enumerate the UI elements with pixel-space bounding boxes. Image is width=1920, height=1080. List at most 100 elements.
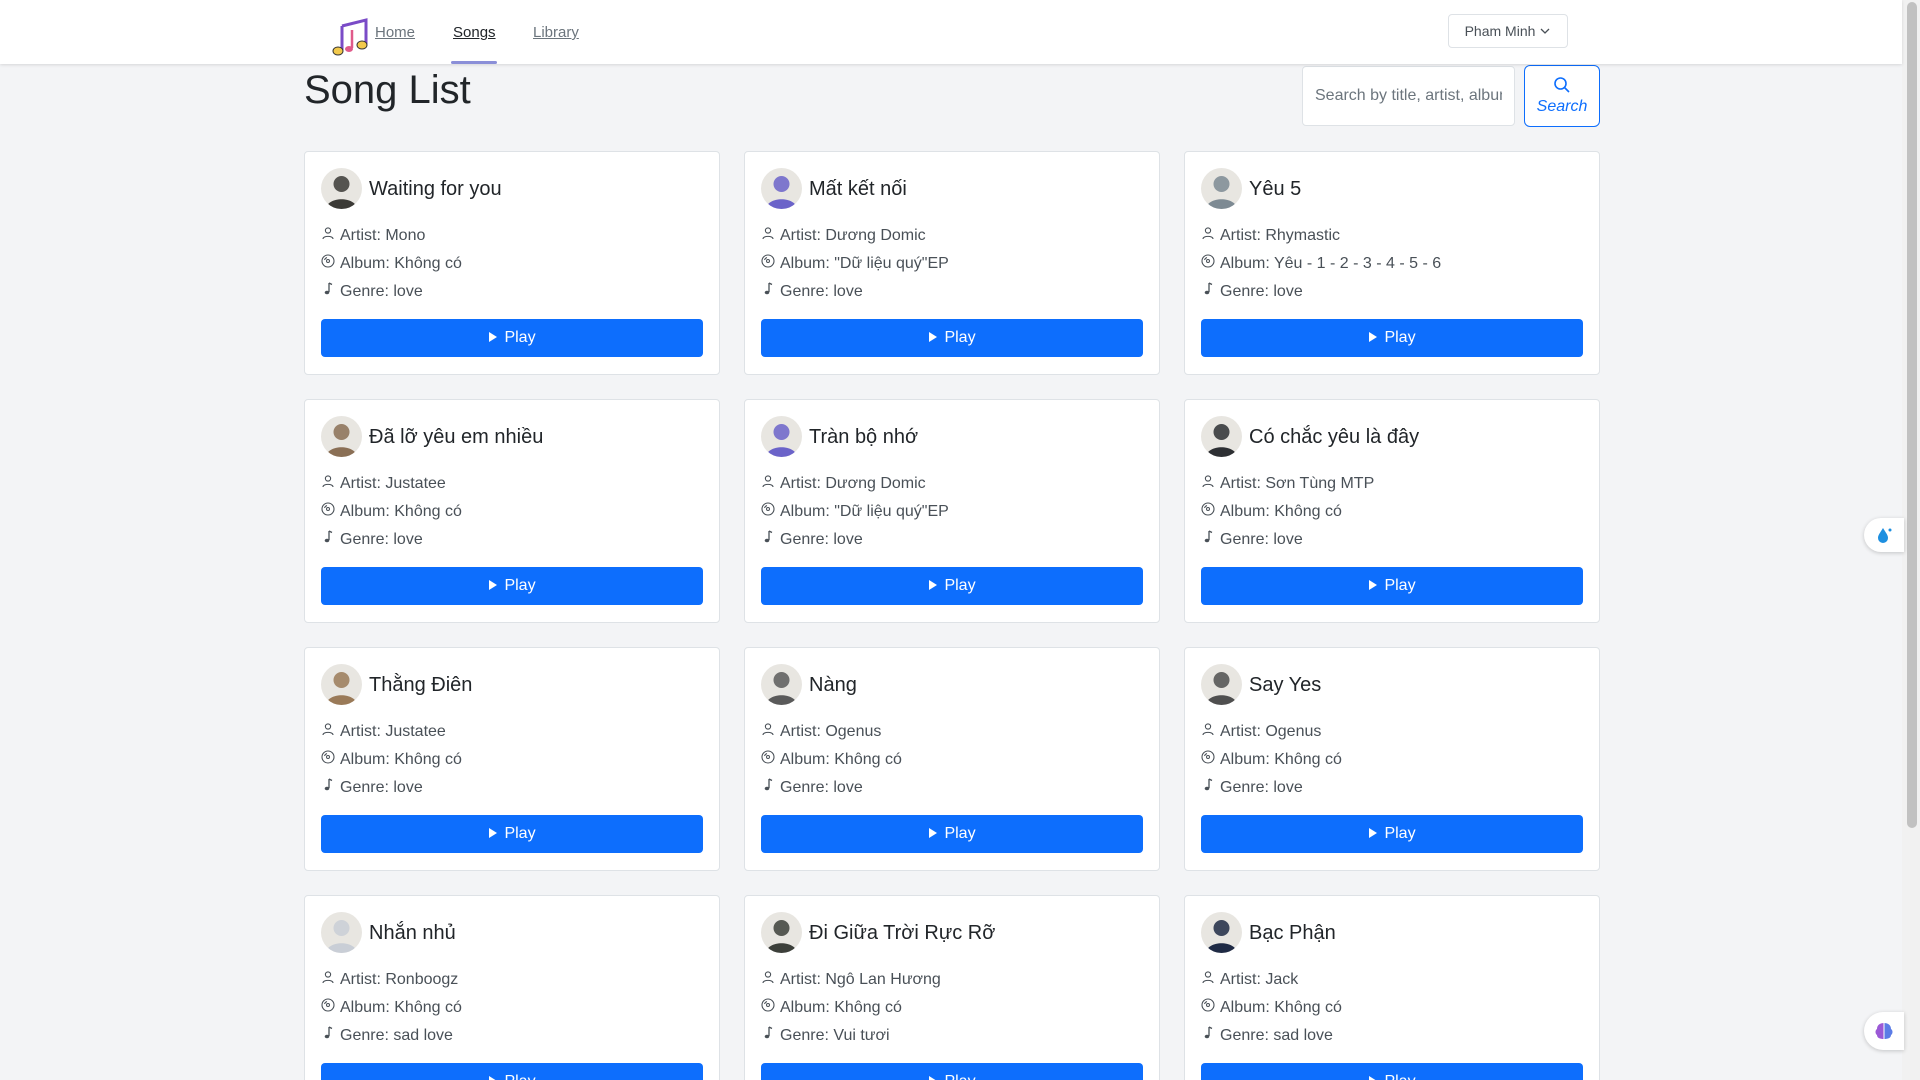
play-button[interactable]: Play (321, 567, 703, 605)
search-input[interactable] (1302, 66, 1515, 126)
song-album: Album: Không có (321, 998, 462, 1017)
music-notes-icon[interactable] (328, 18, 372, 58)
song-artist: Artist: Ogenus (761, 722, 881, 741)
play-button[interactable]: Play (1201, 319, 1583, 357)
play-button[interactable]: Play (321, 1063, 703, 1080)
top-navbar: Home Songs Library Pham Minh (0, 0, 1902, 64)
music-note-icon (1201, 1026, 1215, 1045)
song-artist: Artist: Ogenus (1201, 722, 1321, 741)
song-title: Nàng (809, 674, 857, 696)
song-genre: Genre: sad love (321, 1026, 453, 1045)
music-note-icon (1201, 530, 1215, 549)
play-button[interactable]: Play (1201, 815, 1583, 853)
album-text: Album: "Dữ liệu quý"EP (780, 254, 949, 272)
artist-text: Artist: Jack (1220, 970, 1299, 988)
song-artist: Artist: Dương Domic (761, 226, 926, 245)
song-card: Yêu 5 Artist: Rhymastic Album: Yêu - 1 - 2… (1184, 151, 1600, 375)
music-note-icon (1201, 778, 1215, 797)
play-button[interactable]: Play (1201, 567, 1583, 605)
artist-text: Artist: Ogenus (780, 722, 882, 740)
song-title: Thằng Điên (369, 674, 473, 696)
play-icon (928, 329, 938, 347)
play-icon (928, 577, 938, 595)
song-card: Tràn bộ nhớ Artist: Dương Domic Album: "Dữ… (744, 399, 1160, 623)
person-icon (761, 970, 775, 989)
scrollbar-thumb[interactable] (1907, 2, 1917, 828)
artist-avatar (761, 664, 802, 705)
album-text: Album: Không có (340, 998, 462, 1016)
disc-icon (761, 750, 775, 769)
song-genre: Genre: love (1201, 282, 1303, 301)
album-text: Album: Không có (780, 998, 902, 1016)
play-label: Play (944, 577, 976, 594)
genre-text: Genre: Vui tươi (780, 1026, 890, 1044)
song-card: Waiting for you Artist: Mono Album: Không … (304, 151, 720, 375)
play-label: Play (504, 329, 536, 346)
genre-text: Genre: love (340, 282, 423, 300)
song-album: Album: Không có (1201, 750, 1342, 769)
artist-avatar (1201, 416, 1242, 457)
song-genre: Genre: love (761, 530, 863, 549)
play-button[interactable]: Play (761, 815, 1143, 853)
play-icon (488, 329, 498, 347)
play-icon (1368, 1073, 1378, 1080)
artist-text: Artist: Ronboogz (340, 970, 459, 988)
chevron-down-icon (1540, 28, 1550, 34)
song-title: Waiting for you (369, 178, 502, 200)
genre-text: Genre: love (340, 778, 423, 796)
song-title: Đã lỡ yêu em nhiều (369, 426, 544, 448)
artist-avatar (321, 168, 362, 209)
artist-avatar (761, 912, 802, 953)
song-card: Bạc Phận Artist: Jack Album: Không có Genre… (1184, 895, 1600, 1080)
genre-text: Genre: love (1220, 282, 1303, 300)
play-button[interactable]: Play (761, 319, 1143, 357)
search-button-label: Search (1536, 98, 1588, 115)
song-title: Có chắc yêu là đây (1249, 426, 1420, 448)
music-note-icon (761, 1026, 775, 1045)
nav-home[interactable]: Home (375, 24, 415, 41)
water-drop-widget[interactable] (1864, 518, 1904, 552)
music-note-icon (321, 282, 335, 301)
song-genre: Genre: love (761, 282, 863, 301)
play-button[interactable]: Play (761, 1063, 1143, 1080)
genre-text: Genre: sad love (340, 1026, 453, 1044)
play-button[interactable]: Play (321, 319, 703, 357)
search-icon (1554, 77, 1570, 93)
song-title: Tràn bộ nhớ (809, 426, 919, 448)
song-card: Nhắn nhủ Artist: Ronboogz Album: Không có G… (304, 895, 720, 1080)
brain-widget[interactable] (1864, 1012, 1904, 1050)
artist-text: Artist: Dương Domic (780, 226, 926, 244)
song-genre: Genre: love (761, 778, 863, 797)
song-album: Album: Không có (1201, 502, 1342, 521)
play-label: Play (504, 577, 536, 594)
play-button[interactable]: Play (321, 815, 703, 853)
artist-text: Artist: Justatee (340, 474, 446, 492)
song-title: Bạc Phận (1249, 922, 1336, 944)
song-album: Album: Không có (321, 750, 462, 769)
genre-text: Genre: love (1220, 530, 1303, 548)
play-button[interactable]: Play (761, 567, 1143, 605)
artist-text: Artist: Mono (340, 226, 426, 244)
disc-icon (1201, 750, 1215, 769)
genre-text: Genre: love (1220, 778, 1303, 796)
music-note-icon (321, 530, 335, 549)
play-button[interactable]: Play (1201, 1063, 1583, 1080)
album-text: Album: Không có (340, 750, 462, 768)
play-icon (488, 577, 498, 595)
disc-icon (321, 502, 335, 521)
song-card: Có chắc yêu là đây Artist: Sơn Tùng MTP Al… (1184, 399, 1600, 623)
disc-icon (761, 254, 775, 273)
disc-icon (761, 502, 775, 521)
search-button[interactable]: Search (1524, 65, 1600, 127)
song-artist: Artist: Ngô Lan Hương (761, 970, 941, 989)
user-dropdown[interactable]: Pham Minh (1448, 14, 1568, 48)
nav-library[interactable]: Library (533, 24, 579, 41)
disc-icon (321, 750, 335, 769)
play-label: Play (1384, 825, 1416, 842)
nav-songs[interactable]: Songs (453, 24, 496, 41)
page-scrollbar[interactable] (1902, 0, 1920, 1080)
song-artist: Artist: Dương Domic (761, 474, 926, 493)
person-icon (321, 474, 335, 493)
artist-avatar (1201, 168, 1242, 209)
artist-avatar (1201, 912, 1242, 953)
